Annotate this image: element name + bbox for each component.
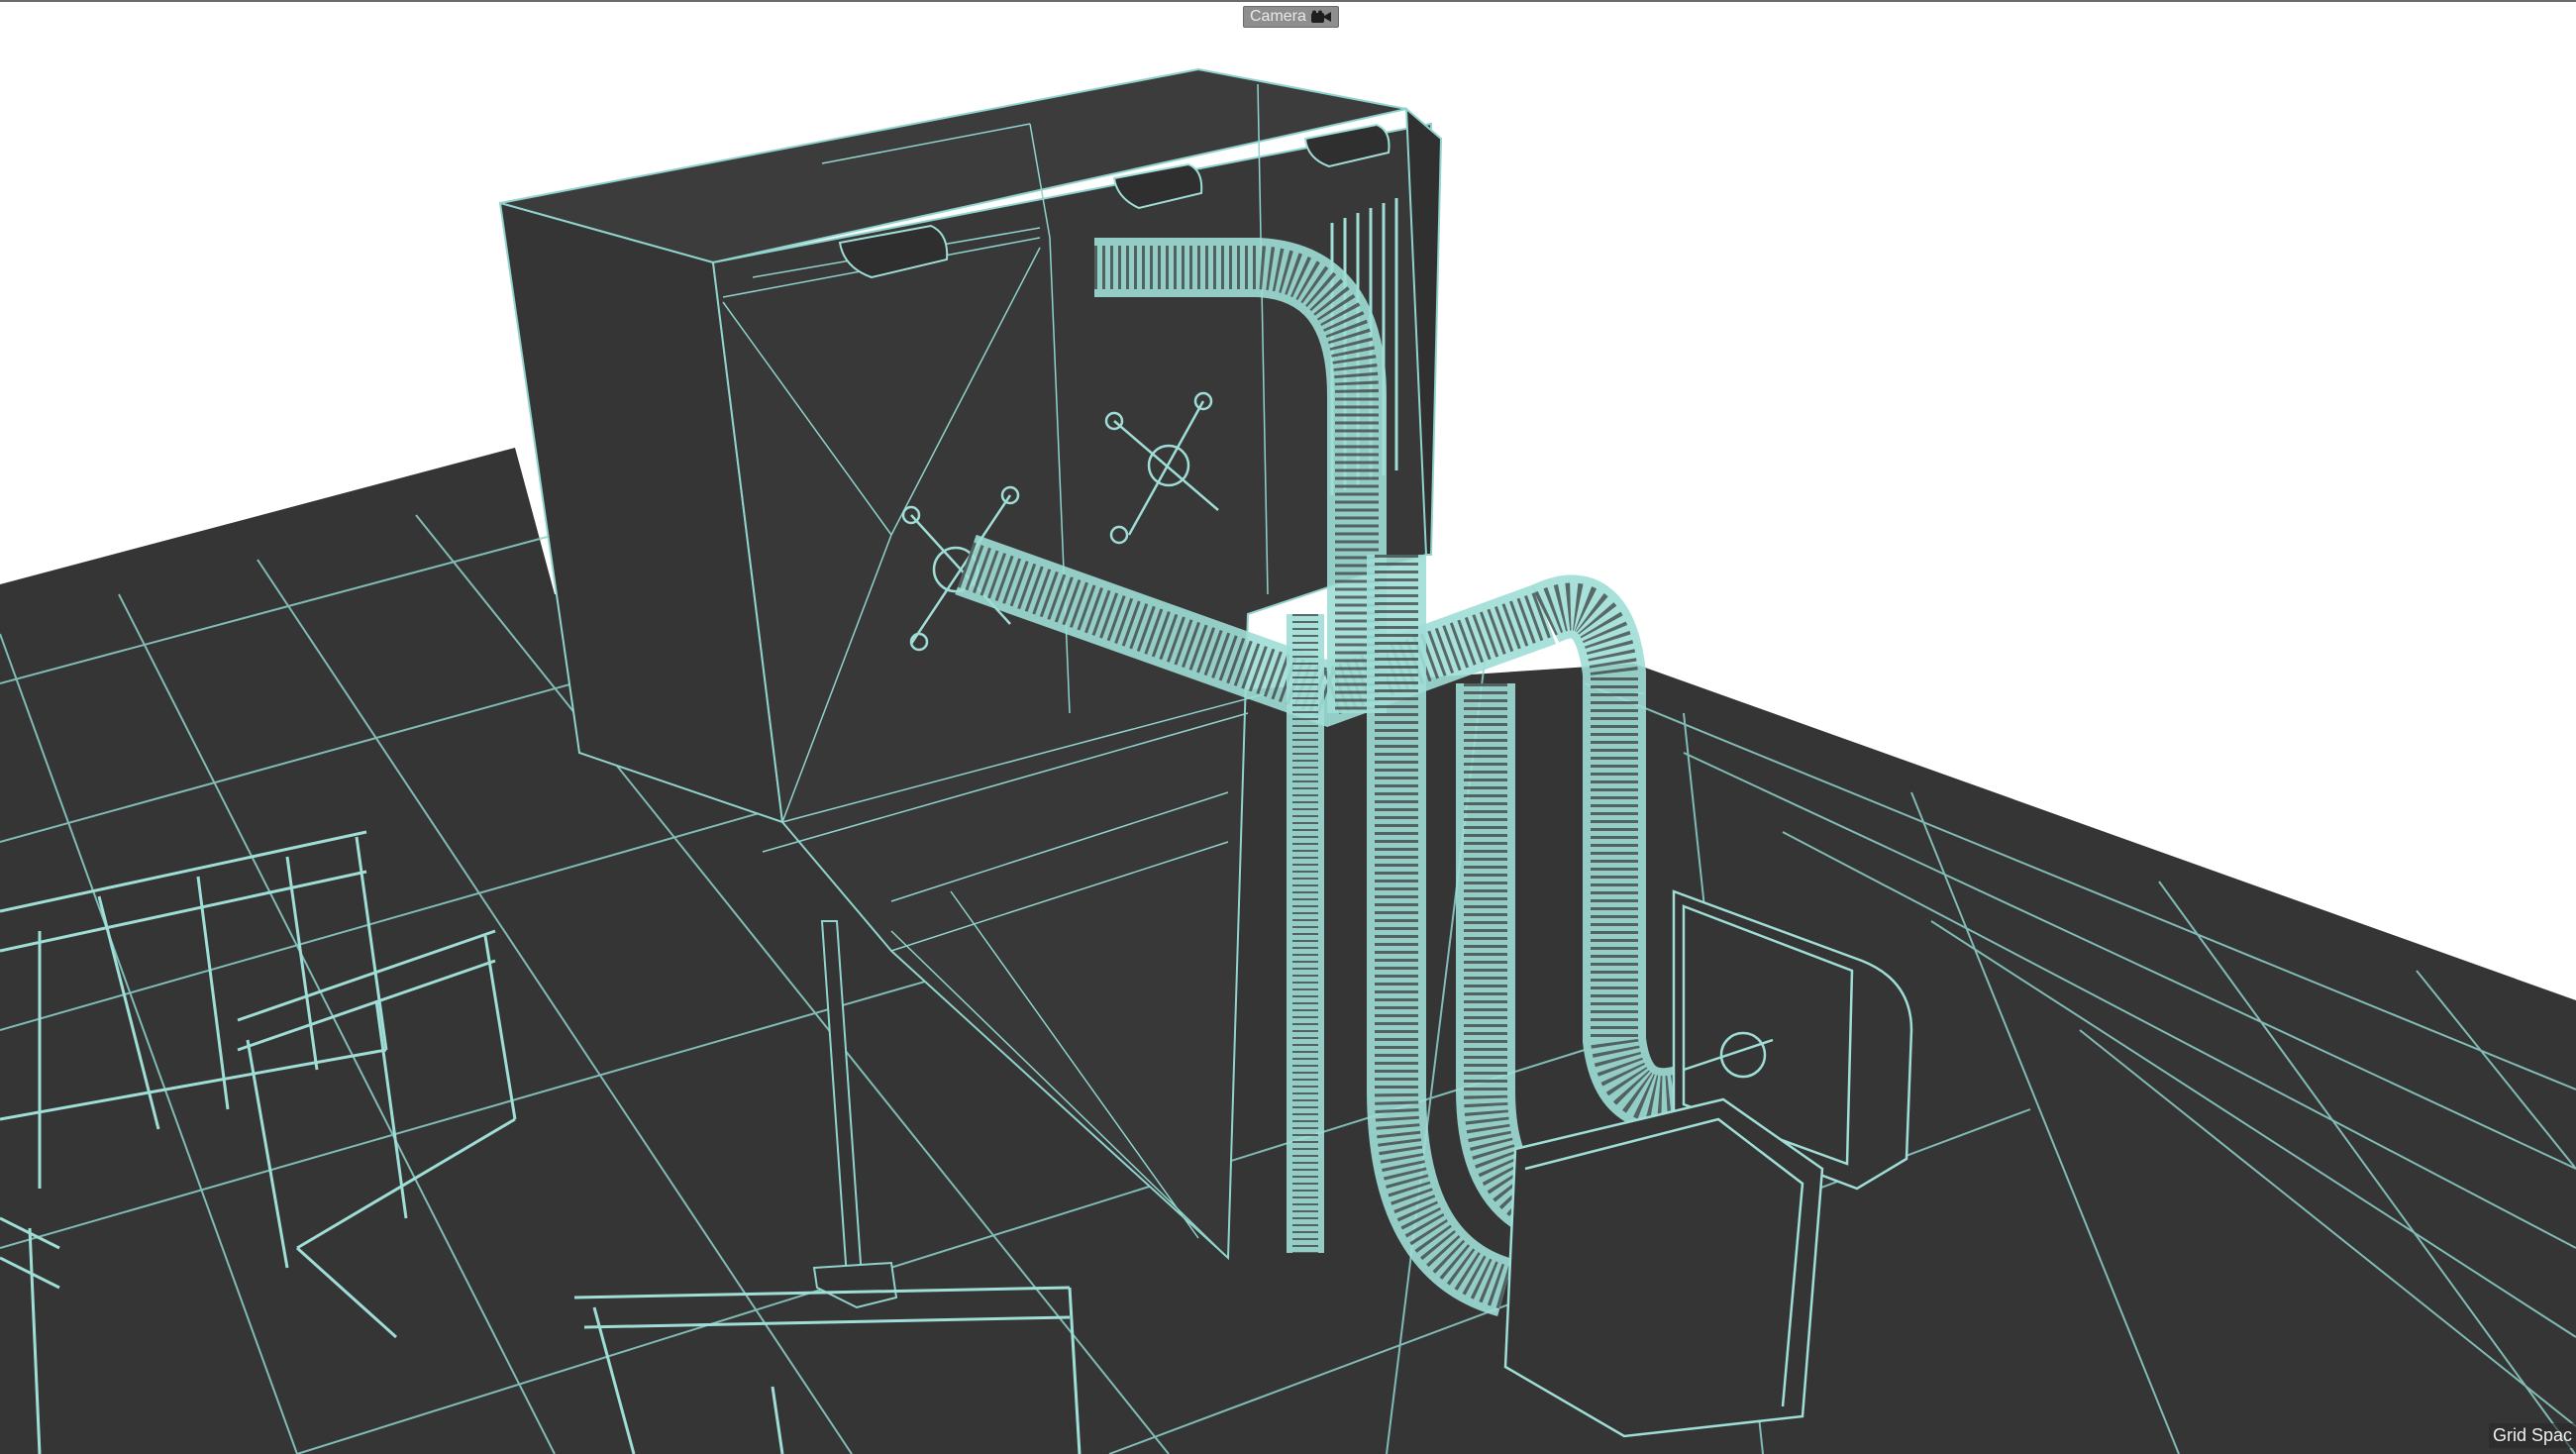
wireframe-scene[interactable] <box>0 0 2576 1454</box>
3d-viewport[interactable]: Camera Grid Spac <box>0 0 2576 1454</box>
camera-indicator[interactable]: Camera <box>1243 6 1339 28</box>
grid-spacing-label: Grid Spac <box>2488 1423 2576 1448</box>
camera-label: Camera <box>1250 8 1306 25</box>
pump-lower-box <box>1503 1097 1824 1438</box>
camera-icon <box>1310 10 1331 23</box>
